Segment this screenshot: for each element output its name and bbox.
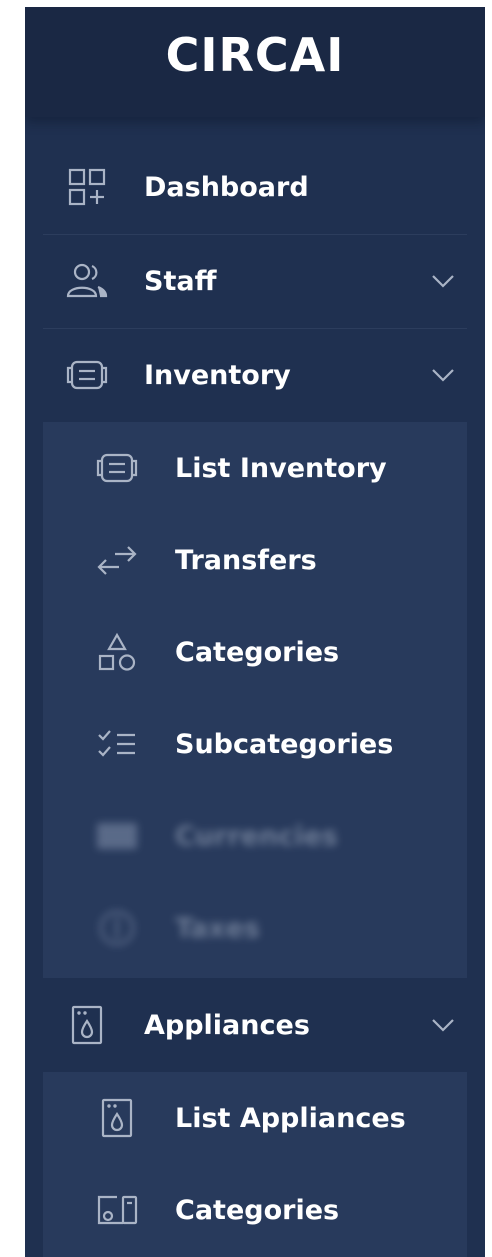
transfer-arrows-icon xyxy=(95,538,139,582)
submenu-item-label: Categories xyxy=(175,1194,340,1226)
banknote-icon xyxy=(95,814,139,858)
inventory-submenu: List Inventory Transfers Categories Subc… xyxy=(43,422,467,978)
submenu-item-list-inventory[interactable]: List Inventory xyxy=(43,422,467,514)
dashboard-grid-icon xyxy=(65,165,109,209)
submenu-item-appliance-categories[interactable]: Categories xyxy=(43,1164,467,1256)
nav-item-inventory[interactable]: Inventory xyxy=(25,329,485,421)
shapes-icon xyxy=(95,630,139,674)
chevron-down-icon[interactable] xyxy=(429,267,457,295)
nav-item-label: Staff xyxy=(144,265,217,297)
appliances-submenu: List Appliances Categories xyxy=(43,1072,467,1257)
chevron-down-icon[interactable] xyxy=(429,1011,457,1039)
brand-header: CIRCAI xyxy=(25,7,485,117)
brand-logo-text: CIRCAI xyxy=(165,28,345,82)
submenu-item-label: Currencies xyxy=(175,820,338,852)
nav-item-label: Inventory xyxy=(144,359,291,391)
submenu-item-transfers[interactable]: Transfers xyxy=(43,514,467,606)
submenu-item-label: Taxes xyxy=(175,912,260,944)
submenu-item-currencies[interactable]: Currencies xyxy=(43,790,467,882)
submenu-item-label: Transfers xyxy=(175,544,317,576)
washing-machine-icon xyxy=(65,1003,109,1047)
nav-item-staff[interactable]: Staff xyxy=(25,235,485,327)
nav-item-label: Appliances xyxy=(144,1009,310,1041)
submenu-item-label: Categories xyxy=(175,636,340,668)
coin-icon xyxy=(95,906,139,950)
submenu-item-categories[interactable]: Categories xyxy=(43,606,467,698)
submenu-item-subcategories[interactable]: Subcategories xyxy=(43,698,467,790)
nav-item-dashboard[interactable]: Dashboard xyxy=(25,141,485,233)
devices-icon xyxy=(95,1188,139,1232)
nav-item-appliances[interactable]: Appliances xyxy=(25,979,485,1071)
users-icon xyxy=(65,259,109,303)
submenu-item-list-appliances[interactable]: List Appliances xyxy=(43,1072,467,1164)
chevron-down-icon[interactable] xyxy=(429,361,457,389)
submenu-item-label: List Appliances xyxy=(175,1102,406,1134)
submenu-item-taxes[interactable]: Taxes xyxy=(43,882,467,974)
box-icon xyxy=(65,353,109,397)
washing-machine-icon xyxy=(95,1096,139,1140)
nav-item-label: Dashboard xyxy=(144,171,309,203)
box-icon xyxy=(95,446,139,490)
checklist-icon xyxy=(95,722,139,766)
sidebar: CIRCAI Dashboard Staff Inventory List In… xyxy=(25,7,485,1257)
submenu-item-label: List Inventory xyxy=(175,452,387,484)
submenu-item-label: Subcategories xyxy=(175,728,394,760)
